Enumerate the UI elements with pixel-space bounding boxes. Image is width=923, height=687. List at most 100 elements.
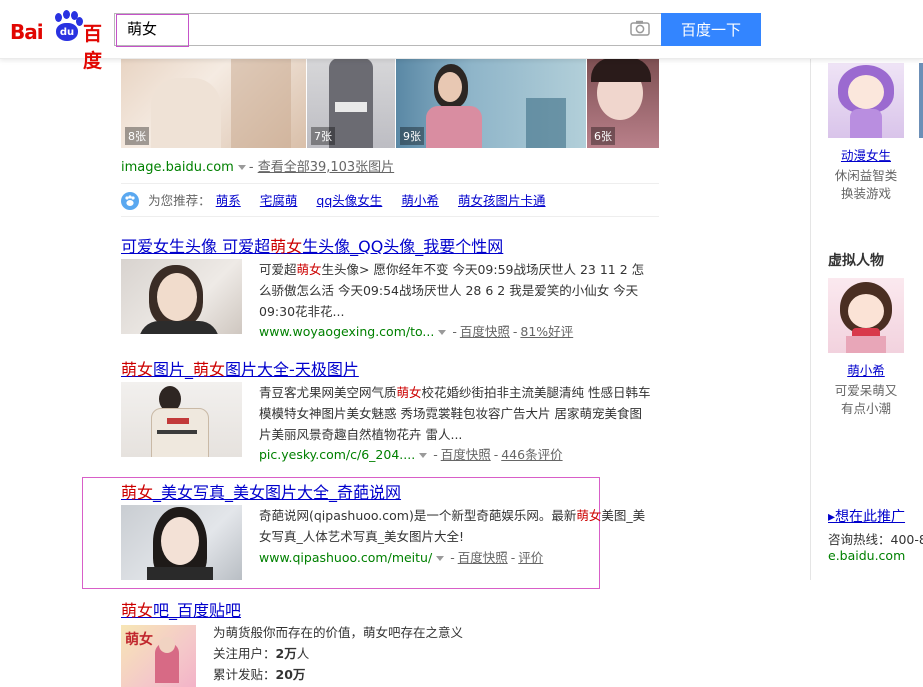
header: Bai du 百度 百度一下 [0,0,923,72]
image-thumb-1[interactable]: 8张 [121,58,306,148]
dropdown-arrow-icon[interactable] [436,555,445,561]
result-thumbnail[interactable] [121,505,242,580]
rating-link[interactable]: 446条评价 [501,447,562,462]
sidebar-item-image[interactable] [828,63,904,138]
result-abstract: 奇葩说网(qipashuoo.com)是一个新型奇葩娱乐网。最新萌女美图_美女写… [259,505,654,547]
sidebar-desc-line: 换装游戏 [840,186,891,201]
posts-label: 累计发贴： [213,667,276,682]
image-count: 7张 [311,127,335,145]
ad-hotline: 咨询热线：400-8 [828,532,923,547]
image-count: 6张 [591,127,615,145]
baidu-logo[interactable]: Bai du 百度 [10,10,112,72]
title-text: 生头像_QQ头像_我要个性网 [302,237,504,256]
followers-label: 关注用户： [213,646,276,661]
recommend-item[interactable]: qq头像女生 [316,193,382,208]
abstract-highlight: 萌女 [296,262,322,277]
title-highlight: 萌女 [121,601,154,620]
divider [121,183,659,184]
sidebar-item-name-text[interactable]: 萌小希 [847,363,885,378]
paw-icon: du [52,10,83,44]
sidebar-desc-line: 休闲益智类 [834,168,898,183]
search-input[interactable] [127,14,607,45]
logo-cn: 百度 [83,23,103,72]
thumbnail-text: 萌女 [125,632,153,648]
recommend-label: 为您推荐： [148,193,211,208]
logo-text: Bai [10,20,44,44]
abstract-text: 可爱超 [259,262,297,277]
result-thumbnail[interactable] [121,259,242,334]
recommend-item[interactable]: 萌小希 [401,193,439,208]
search-box[interactable] [114,13,662,46]
abstract-text: 青豆客尤果网美空网气质 [259,385,397,400]
camera-icon[interactable] [630,20,650,36]
tieba-followers: 关注用户：2万人 [213,643,513,664]
image-source-line: image.baidu.com - 查看全部39,103张图片 [121,160,395,175]
result-title[interactable]: 萌女_美女写真_美女图片大全_奇葩说网 [121,479,401,503]
sidebar-divider [810,58,811,580]
result-url[interactable]: pic.yesky.com/c/6_204.... [259,447,415,462]
followers-unit: 人 [296,646,310,661]
view-all-images-link[interactable]: 查看全部39,103张图片 [258,160,395,175]
sidebar-item-image[interactable] [828,278,904,353]
sidebar-item-name-text[interactable]: 动漫女生 [841,148,891,163]
ad-title-link[interactable]: ▸想在此推广 [828,506,905,526]
result-abstract: 可爱超萌女生头像> 愿你经年不变 今天09:59战场厌世人 23 11 2 怎么… [259,259,654,322]
result-meta: www.woyaogexing.com/to... - 百度快照 -81%好评 [259,324,574,339]
logo-du: du [59,27,75,38]
rating-link[interactable]: 81%好评 [520,324,573,339]
snapshot-link[interactable]: 百度快照 [441,447,491,462]
sidebar-desc-line: 可爱呆萌又 [834,383,898,398]
posts-value: 20万 [275,667,306,682]
image-source-url[interactable]: image.baidu.com [121,160,234,175]
abstract-text: 奇葩说网(qipashuoo.com)是一个新型奇葩娱乐网。最新 [259,508,577,523]
result-thumbnail[interactable] [121,382,242,457]
sidebar-item-name[interactable]: 动漫女生 [828,145,904,164]
sidebar-item-name[interactable]: 萌小希 [828,360,904,379]
search-button[interactable]: 百度一下 [661,13,761,46]
tieba-thumbnail[interactable]: 萌女 [121,625,196,687]
ad-url[interactable]: e.baidu.com [828,548,905,563]
sidebar-item-desc: 休闲益智类 换装游戏 [828,167,904,203]
tieba-posts: 累计发贴：20万 [213,664,513,685]
result-url[interactable]: www.qipashuoo.com/meitu/ [259,550,432,565]
followers-value: 2万 [275,646,297,661]
title-highlight: 萌女 [121,483,154,502]
sidebar-extra-image[interactable] [919,63,923,138]
title-text: 吧_百度贴吧 [153,601,242,620]
image-count: 8张 [125,127,149,145]
title-text: 图片大全-天极图片 [225,360,359,379]
tieba-desc: 为萌货般你而存在的价值，萌女吧存在之意义 [213,625,464,640]
result-abstract: 青豆客尤果网美空网气质萌女校花婚纱街拍非主流美腿清纯 性感日韩车模模特女神图片美… [259,382,654,445]
result-meta: www.qipashuoo.com/meitu/- 百度快照 - 评价 [259,550,544,565]
title-highlight: 萌女 [121,360,154,379]
abstract-highlight: 萌女 [576,508,602,523]
title-text: 图片_ [153,360,194,379]
dropdown-arrow-icon[interactable] [237,164,246,170]
dropdown-arrow-icon[interactable] [438,329,447,335]
recommend-bar: 为您推荐： 萌系 宅腐萌 qq头像女生 萌小希 萌女孩图片卡通 [121,191,560,210]
title-highlight: 萌女 [270,237,303,256]
recommend-item[interactable]: 宅腐萌 [260,193,298,208]
paw-small-icon [121,191,139,210]
abstract-highlight: 萌女 [396,385,422,400]
title-text: _美女写真_美女图片大全_奇葩说网 [153,483,402,502]
sidebar-section-title: 虚拟人物 [828,253,884,269]
result-url[interactable]: www.woyaogexing.com/to... [259,324,434,339]
result-title[interactable]: 萌女吧_百度贴吧 [121,597,241,621]
dropdown-arrow-icon[interactable] [419,452,428,458]
sidebar-desc-line: 有点小潮 [840,401,891,416]
result-meta: pic.yesky.com/c/6_204.... - 百度快照 -446条评价 [259,447,563,462]
recommend-item[interactable]: 萌女孩图片卡通 [458,193,546,208]
image-thumb-3[interactable]: 9张 [396,58,586,148]
image-count: 9张 [400,127,424,145]
result-title[interactable]: 可爱女生头像 可爱超萌女生头像_QQ头像_我要个性网 [121,233,503,257]
recommend-item[interactable]: 萌系 [216,193,241,208]
snapshot-link[interactable]: 百度快照 [460,324,510,339]
result-title[interactable]: 萌女图片_萌女图片大全-天极图片 [121,356,359,380]
rating-link[interactable]: 评价 [518,550,543,565]
image-thumb-2[interactable]: 7张 [307,58,395,148]
title-highlight: 萌女 [193,360,226,379]
sidebar-item-desc: 可爱呆萌又 有点小潮 [828,382,904,418]
snapshot-link[interactable]: 百度快照 [458,550,508,565]
image-thumb-4[interactable]: 6张 [587,58,659,148]
